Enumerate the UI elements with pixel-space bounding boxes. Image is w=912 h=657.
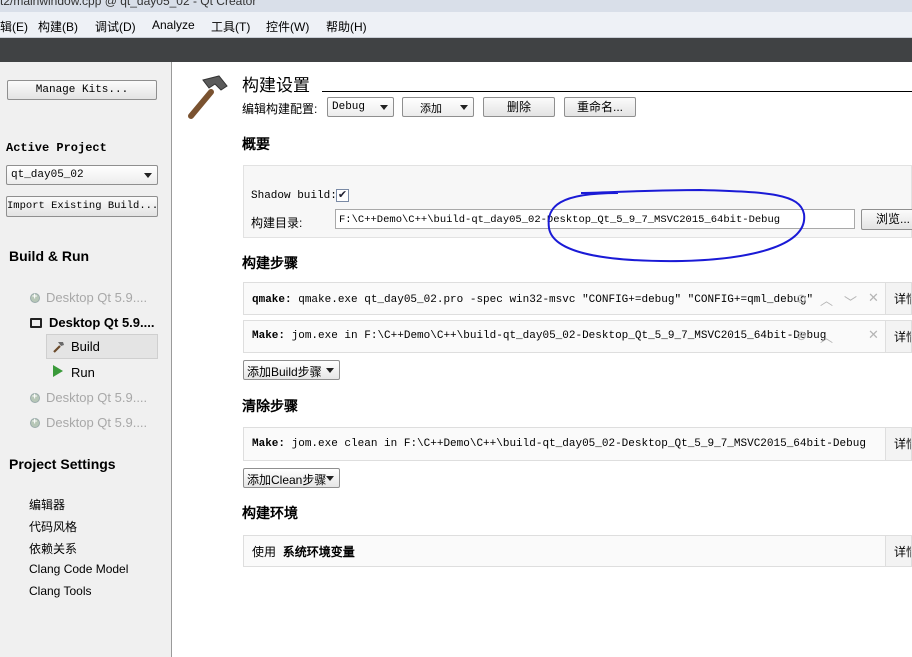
step-tool: Make: bbox=[252, 330, 286, 342]
move-down-icon[interactable]: ﹀ bbox=[844, 292, 857, 311]
target-item-active[interactable]: Desktop Qt 5.9.... bbox=[30, 315, 154, 330]
import-existing-build-button[interactable]: Import Existing Build... bbox=[6, 196, 158, 217]
page-title: 构建设置 bbox=[242, 76, 310, 95]
settings-link-dependencies[interactable]: 依赖关系 bbox=[29, 540, 77, 557]
settings-link-editor[interactable]: 编辑器 bbox=[29, 496, 65, 513]
menu-bar: 辑(E) 构建(B) 调试(D) Analyze 工具(T) 控件(W) 帮助(… bbox=[0, 12, 912, 38]
step-tool: Make: bbox=[252, 438, 286, 450]
target-item-1[interactable]: Desktop Qt 5.9.... bbox=[30, 290, 147, 305]
window-title: t2/mainwindow.cpp @ qt_day05_02 - Qt Cre… bbox=[0, 0, 257, 8]
remove-icon[interactable]: ✕ bbox=[868, 327, 879, 343]
settings-link-clang-code-model[interactable]: Clang Code Model bbox=[29, 562, 128, 576]
project-combo-value: qt_day05_02 bbox=[11, 169, 84, 181]
env-value: 系统环境变量 bbox=[282, 545, 355, 559]
manage-kits-button[interactable]: Manage Kits... bbox=[7, 80, 157, 100]
env-prefix: 使用 bbox=[252, 545, 277, 559]
config-combo-value: Debug bbox=[332, 101, 366, 113]
mode-toolbar bbox=[0, 38, 912, 62]
add-config-button[interactable]: 添加 bbox=[402, 97, 474, 117]
menu-help[interactable]: 帮助(H) bbox=[326, 18, 367, 35]
add-kit-icon bbox=[30, 416, 40, 428]
hammer-icon bbox=[188, 75, 228, 119]
build-env-row[interactable]: 使用 系统环境变量 详情 bbox=[243, 535, 912, 567]
details-button[interactable]: 详情 bbox=[885, 321, 911, 352]
add-build-step-label: 添加Build步骤 bbox=[247, 365, 322, 379]
menu-widgets[interactable]: 控件(W) bbox=[266, 18, 309, 35]
add-kit-icon bbox=[30, 391, 40, 403]
build-dir-input[interactable]: F:\C++Demo\C++\build-qt_day05_02-Desktop… bbox=[335, 209, 855, 229]
project-combo[interactable]: qt_day05_02 bbox=[6, 165, 158, 185]
add-config-label: 添加 bbox=[420, 103, 442, 115]
step-command: qmake.exe qt_day05_02.pro -spec win32-ms… bbox=[298, 294, 814, 306]
step-command: jom.exe in F:\C++Demo\C++\build-qt_day05… bbox=[291, 330, 827, 342]
build-steps-title: 构建步骤 bbox=[242, 255, 298, 271]
run-nav-label: Run bbox=[71, 365, 95, 380]
step-command: jom.exe clean in F:\C++Demo\C++\build-qt… bbox=[291, 438, 866, 450]
build-step-make[interactable]: Make: jom.exe in F:\C++Demo\C++\build-qt… bbox=[243, 320, 912, 353]
target-item-3[interactable]: Desktop Qt 5.9.... bbox=[30, 390, 147, 405]
edit-config-label: 编辑构建配置: bbox=[242, 102, 318, 116]
details-button[interactable]: 详情 bbox=[885, 428, 911, 460]
build-settings-panel: 构建设置 编辑构建配置: Debug 添加 删除 重命名... 概要 Shado… bbox=[173, 62, 912, 657]
menu-tools[interactable]: 工具(T) bbox=[211, 18, 250, 35]
settings-link-code-style[interactable]: 代码风格 bbox=[29, 518, 77, 535]
menu-build[interactable]: 构建(B) bbox=[38, 18, 78, 35]
add-clean-step-button[interactable]: 添加Clean步骤 bbox=[243, 468, 340, 488]
details-button[interactable]: 详情 bbox=[885, 283, 911, 314]
shadow-build-label: Shadow build: bbox=[251, 190, 337, 202]
chevron-down-icon bbox=[144, 173, 152, 178]
title-divider bbox=[322, 91, 912, 92]
projects-sidebar: Manage Kits... Active Project qt_day05_0… bbox=[0, 62, 172, 657]
build-dir-value: F:\C++Demo\C++\build-qt_day05_02-Desktop… bbox=[339, 214, 781, 226]
rename-config-button[interactable]: 重命名... bbox=[564, 97, 636, 117]
chevron-down-icon bbox=[326, 368, 334, 373]
build-nav-label: Build bbox=[71, 339, 100, 354]
move-up-icon[interactable]: ︿ bbox=[820, 290, 833, 309]
overview-box: Shadow build: ✔ 构建目录: F:\C++Demo\C++\bui… bbox=[243, 165, 912, 238]
monitor-icon bbox=[30, 318, 42, 328]
move-up-icon[interactable]: ︿ bbox=[820, 327, 833, 346]
delete-config-button[interactable]: 删除 bbox=[483, 97, 555, 117]
menu-edit[interactable]: 辑(E) bbox=[0, 18, 28, 35]
browse-button[interactable]: 浏览... bbox=[861, 209, 912, 230]
active-project-label: Active Project bbox=[6, 141, 107, 155]
overview-title: 概要 bbox=[242, 136, 270, 152]
build-env-title: 构建环境 bbox=[242, 505, 298, 521]
hammer-icon bbox=[53, 342, 64, 353]
add-build-step-button[interactable]: 添加Build步骤 bbox=[243, 360, 340, 380]
build-run-title: Build & Run bbox=[9, 248, 90, 264]
settings-link-clang-tools[interactable]: Clang Tools bbox=[29, 584, 91, 598]
shadow-build-checkbox[interactable]: ✔ bbox=[336, 189, 349, 202]
window-title-bar: t2/mainwindow.cpp @ qt_day05_02 - Qt Cre… bbox=[0, 0, 912, 12]
chevron-down-icon bbox=[380, 105, 388, 110]
clean-step-make[interactable]: Make: jom.exe clean in F:\C++Demo\C++\bu… bbox=[243, 427, 912, 461]
menu-debug[interactable]: 调试(D) bbox=[95, 18, 136, 35]
add-clean-step-label: 添加Clean步骤 bbox=[247, 473, 327, 487]
build-dir-label: 构建目录: bbox=[251, 216, 303, 230]
build-step-qmake[interactable]: qmake: qmake.exe qt_day05_02.pro -spec w… bbox=[243, 282, 912, 315]
add-kit-icon bbox=[30, 291, 40, 303]
menu-analyze[interactable]: Analyze bbox=[152, 18, 195, 32]
run-nav-item[interactable]: Run bbox=[46, 361, 158, 383]
chevron-down-icon bbox=[326, 476, 334, 481]
build-nav-item[interactable]: Build bbox=[46, 334, 158, 359]
target-item-4[interactable]: Desktop Qt 5.9.... bbox=[30, 415, 147, 430]
details-button[interactable]: 详情 bbox=[885, 536, 911, 566]
config-combo[interactable]: Debug bbox=[327, 97, 394, 117]
remove-icon[interactable]: ✕ bbox=[868, 290, 879, 306]
disable-icon[interactable]: ⊘ bbox=[796, 291, 807, 307]
chevron-down-icon bbox=[460, 105, 468, 110]
project-settings-title: Project Settings bbox=[9, 456, 116, 472]
disable-icon[interactable]: ⊘ bbox=[796, 328, 807, 344]
run-icon bbox=[53, 365, 63, 377]
step-tool: qmake: bbox=[252, 294, 292, 306]
clean-steps-title: 清除步骤 bbox=[242, 398, 298, 414]
